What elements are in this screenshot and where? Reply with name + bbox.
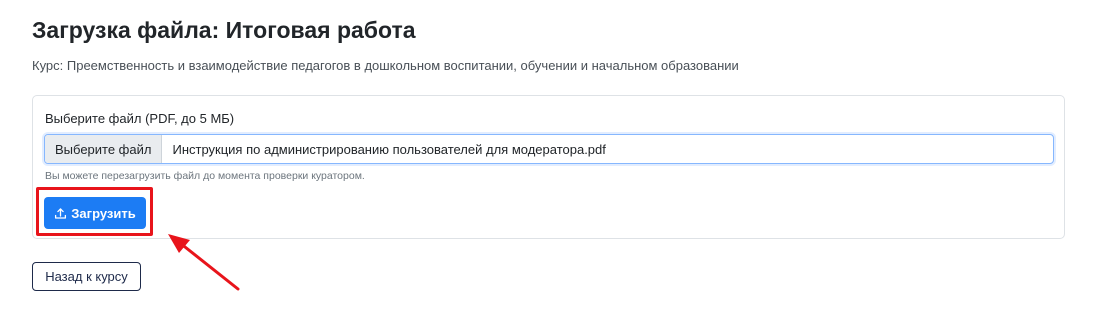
choose-file-button[interactable]: Выберите файл	[45, 135, 163, 163]
course-subtitle: Курс: Преемственность и взаимодействие п…	[32, 58, 739, 73]
upload-card: Выберите файл (PDF, до 5 МБ) Выберите фа…	[32, 95, 1065, 239]
file-input[interactable]: Выберите файл Инструкция по администриро…	[44, 134, 1054, 164]
upload-icon	[54, 207, 67, 220]
file-field-label: Выберите файл (PDF, до 5 МБ)	[45, 111, 235, 126]
reupload-hint: Вы можете перезагрузить файл до момента …	[45, 170, 365, 182]
annotation-arrow-icon	[168, 234, 240, 291]
back-to-course-button[interactable]: Назад к курсу	[32, 262, 141, 291]
selected-file-name: Инструкция по администрированию пользова…	[172, 141, 606, 157]
upload-button-label: Загрузить	[71, 205, 136, 221]
upload-page: Загрузка файла: Итоговая работа Курс: Пр…	[0, 0, 1097, 318]
page-title: Загрузка файла: Итоговая работа	[32, 17, 416, 43]
upload-button[interactable]: Загрузить	[44, 197, 146, 229]
